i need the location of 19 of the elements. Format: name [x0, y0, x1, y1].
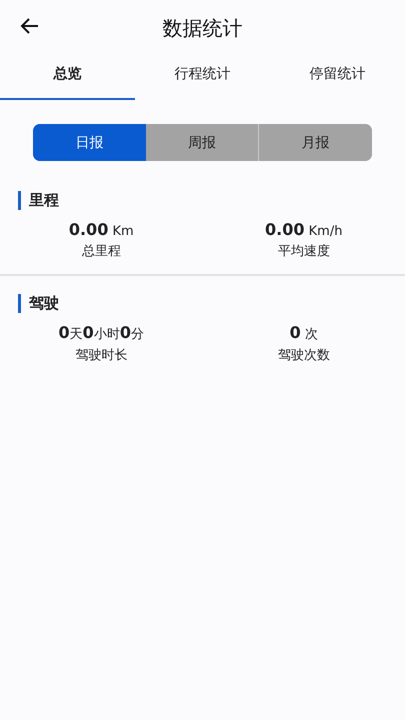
stat-value: 0.00 Km/h [265, 220, 342, 239]
stat-value: 0 次 [290, 323, 318, 343]
back-arrow-icon [20, 16, 40, 36]
period-option[interactable]: 日报 [33, 124, 146, 161]
section-marker [18, 191, 21, 210]
stat-value: 0天0小时0分 [58, 323, 144, 343]
period-option[interactable]: 月报 [258, 124, 372, 161]
section-title: 里程 [29, 191, 59, 210]
stat-label: 驾驶次数 [278, 347, 330, 364]
tab[interactable]: 停留统计 [270, 56, 405, 100]
tab[interactable]: 行程统计 [135, 56, 270, 100]
stat-label: 总里程 [82, 243, 121, 260]
stat-value: 0.00 Km [68, 220, 134, 239]
page-title: 数据统计 [162, 14, 242, 42]
tab[interactable]: 总览 [0, 56, 135, 100]
stat-label: 平均速度 [278, 243, 330, 260]
section-title: 驾驶 [29, 294, 59, 313]
section-marker [18, 294, 21, 313]
stat-label: 驾驶时长 [75, 347, 128, 364]
